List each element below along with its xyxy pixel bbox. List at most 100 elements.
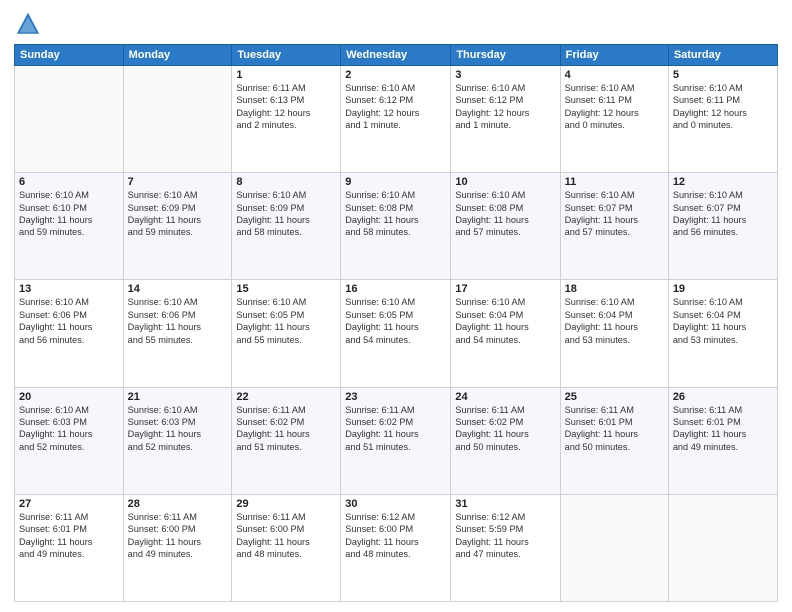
day-info: Sunrise: 6:10 AMSunset: 6:12 PMDaylight:… [455,82,555,132]
day-number: 27 [19,498,119,510]
calendar-cell: 21Sunrise: 6:10 AMSunset: 6:03 PMDayligh… [123,387,232,494]
calendar-cell [560,494,668,601]
day-number: 22 [236,391,336,403]
day-number: 26 [673,391,773,403]
calendar-header-monday: Monday [123,45,232,66]
calendar-cell: 23Sunrise: 6:11 AMSunset: 6:02 PMDayligh… [341,387,451,494]
calendar-header-row: SundayMondayTuesdayWednesdayThursdayFrid… [15,45,778,66]
calendar-cell: 3Sunrise: 6:10 AMSunset: 6:12 PMDaylight… [451,66,560,173]
day-number: 21 [128,391,228,403]
calendar-week-2: 6Sunrise: 6:10 AMSunset: 6:10 PMDaylight… [15,173,778,280]
day-info: Sunrise: 6:10 AMSunset: 6:03 PMDaylight:… [128,404,228,454]
day-number: 8 [236,176,336,188]
calendar-cell: 25Sunrise: 6:11 AMSunset: 6:01 PMDayligh… [560,387,668,494]
calendar-header-friday: Friday [560,45,668,66]
calendar-cell: 7Sunrise: 6:10 AMSunset: 6:09 PMDaylight… [123,173,232,280]
day-number: 12 [673,176,773,188]
calendar-cell: 14Sunrise: 6:10 AMSunset: 6:06 PMDayligh… [123,280,232,387]
day-number: 23 [345,391,446,403]
calendar-cell: 9Sunrise: 6:10 AMSunset: 6:08 PMDaylight… [341,173,451,280]
calendar-cell: 13Sunrise: 6:10 AMSunset: 6:06 PMDayligh… [15,280,124,387]
day-number: 9 [345,176,446,188]
day-info: Sunrise: 6:12 AMSunset: 6:00 PMDaylight:… [345,511,446,561]
day-info: Sunrise: 6:10 AMSunset: 6:07 PMDaylight:… [565,189,664,239]
calendar-header-thursday: Thursday [451,45,560,66]
day-number: 11 [565,176,664,188]
day-number: 17 [455,283,555,295]
day-number: 16 [345,283,446,295]
day-number: 14 [128,283,228,295]
day-info: Sunrise: 6:11 AMSunset: 6:00 PMDaylight:… [128,511,228,561]
day-number: 7 [128,176,228,188]
day-info: Sunrise: 6:11 AMSunset: 6:01 PMDaylight:… [565,404,664,454]
calendar-cell: 20Sunrise: 6:10 AMSunset: 6:03 PMDayligh… [15,387,124,494]
calendar-cell: 1Sunrise: 6:11 AMSunset: 6:13 PMDaylight… [232,66,341,173]
day-info: Sunrise: 6:11 AMSunset: 6:01 PMDaylight:… [19,511,119,561]
calendar-cell: 6Sunrise: 6:10 AMSunset: 6:10 PMDaylight… [15,173,124,280]
day-number: 31 [455,498,555,510]
calendar-cell [15,66,124,173]
calendar-cell: 11Sunrise: 6:10 AMSunset: 6:07 PMDayligh… [560,173,668,280]
calendar-cell: 5Sunrise: 6:10 AMSunset: 6:11 PMDaylight… [668,66,777,173]
day-info: Sunrise: 6:10 AMSunset: 6:04 PMDaylight:… [455,296,555,346]
calendar-cell: 22Sunrise: 6:11 AMSunset: 6:02 PMDayligh… [232,387,341,494]
day-info: Sunrise: 6:11 AMSunset: 6:02 PMDaylight:… [345,404,446,454]
calendar-cell: 17Sunrise: 6:10 AMSunset: 6:04 PMDayligh… [451,280,560,387]
day-info: Sunrise: 6:11 AMSunset: 6:13 PMDaylight:… [236,82,336,132]
day-number: 6 [19,176,119,188]
calendar-week-3: 13Sunrise: 6:10 AMSunset: 6:06 PMDayligh… [15,280,778,387]
day-number: 29 [236,498,336,510]
calendar-cell: 19Sunrise: 6:10 AMSunset: 6:04 PMDayligh… [668,280,777,387]
calendar-cell: 4Sunrise: 6:10 AMSunset: 6:11 PMDaylight… [560,66,668,173]
day-info: Sunrise: 6:10 AMSunset: 6:05 PMDaylight:… [345,296,446,346]
calendar-week-5: 27Sunrise: 6:11 AMSunset: 6:01 PMDayligh… [15,494,778,601]
day-info: Sunrise: 6:10 AMSunset: 6:09 PMDaylight:… [236,189,336,239]
calendar-cell: 31Sunrise: 6:12 AMSunset: 5:59 PMDayligh… [451,494,560,601]
day-number: 25 [565,391,664,403]
calendar-cell: 29Sunrise: 6:11 AMSunset: 6:00 PMDayligh… [232,494,341,601]
day-number: 15 [236,283,336,295]
day-number: 1 [236,69,336,81]
calendar-cell: 16Sunrise: 6:10 AMSunset: 6:05 PMDayligh… [341,280,451,387]
calendar-cell: 10Sunrise: 6:10 AMSunset: 6:08 PMDayligh… [451,173,560,280]
day-info: Sunrise: 6:10 AMSunset: 6:03 PMDaylight:… [19,404,119,454]
calendar-cell: 15Sunrise: 6:10 AMSunset: 6:05 PMDayligh… [232,280,341,387]
day-info: Sunrise: 6:10 AMSunset: 6:04 PMDaylight:… [673,296,773,346]
day-number: 19 [673,283,773,295]
day-number: 24 [455,391,555,403]
calendar-week-4: 20Sunrise: 6:10 AMSunset: 6:03 PMDayligh… [15,387,778,494]
day-info: Sunrise: 6:10 AMSunset: 6:11 PMDaylight:… [673,82,773,132]
day-number: 5 [673,69,773,81]
calendar-cell: 30Sunrise: 6:12 AMSunset: 6:00 PMDayligh… [341,494,451,601]
calendar-cell: 28Sunrise: 6:11 AMSunset: 6:00 PMDayligh… [123,494,232,601]
day-info: Sunrise: 6:10 AMSunset: 6:05 PMDaylight:… [236,296,336,346]
day-info: Sunrise: 6:11 AMSunset: 6:02 PMDaylight:… [236,404,336,454]
day-number: 3 [455,69,555,81]
header [14,10,778,38]
day-number: 28 [128,498,228,510]
day-info: Sunrise: 6:12 AMSunset: 5:59 PMDaylight:… [455,511,555,561]
calendar-cell: 12Sunrise: 6:10 AMSunset: 6:07 PMDayligh… [668,173,777,280]
logo [14,10,47,38]
calendar-header-tuesday: Tuesday [232,45,341,66]
day-info: Sunrise: 6:11 AMSunset: 6:02 PMDaylight:… [455,404,555,454]
day-info: Sunrise: 6:10 AMSunset: 6:06 PMDaylight:… [128,296,228,346]
calendar-header-sunday: Sunday [15,45,124,66]
day-info: Sunrise: 6:10 AMSunset: 6:07 PMDaylight:… [673,189,773,239]
day-info: Sunrise: 6:10 AMSunset: 6:08 PMDaylight:… [345,189,446,239]
day-info: Sunrise: 6:11 AMSunset: 6:01 PMDaylight:… [673,404,773,454]
generalblue-logo-icon [14,10,42,38]
calendar-cell: 18Sunrise: 6:10 AMSunset: 6:04 PMDayligh… [560,280,668,387]
day-number: 18 [565,283,664,295]
day-info: Sunrise: 6:10 AMSunset: 6:04 PMDaylight:… [565,296,664,346]
day-number: 13 [19,283,119,295]
calendar-cell [668,494,777,601]
calendar-cell: 24Sunrise: 6:11 AMSunset: 6:02 PMDayligh… [451,387,560,494]
day-number: 20 [19,391,119,403]
day-info: Sunrise: 6:11 AMSunset: 6:00 PMDaylight:… [236,511,336,561]
day-info: Sunrise: 6:10 AMSunset: 6:08 PMDaylight:… [455,189,555,239]
day-info: Sunrise: 6:10 AMSunset: 6:06 PMDaylight:… [19,296,119,346]
day-number: 30 [345,498,446,510]
calendar-header-saturday: Saturday [668,45,777,66]
day-info: Sunrise: 6:10 AMSunset: 6:11 PMDaylight:… [565,82,664,132]
